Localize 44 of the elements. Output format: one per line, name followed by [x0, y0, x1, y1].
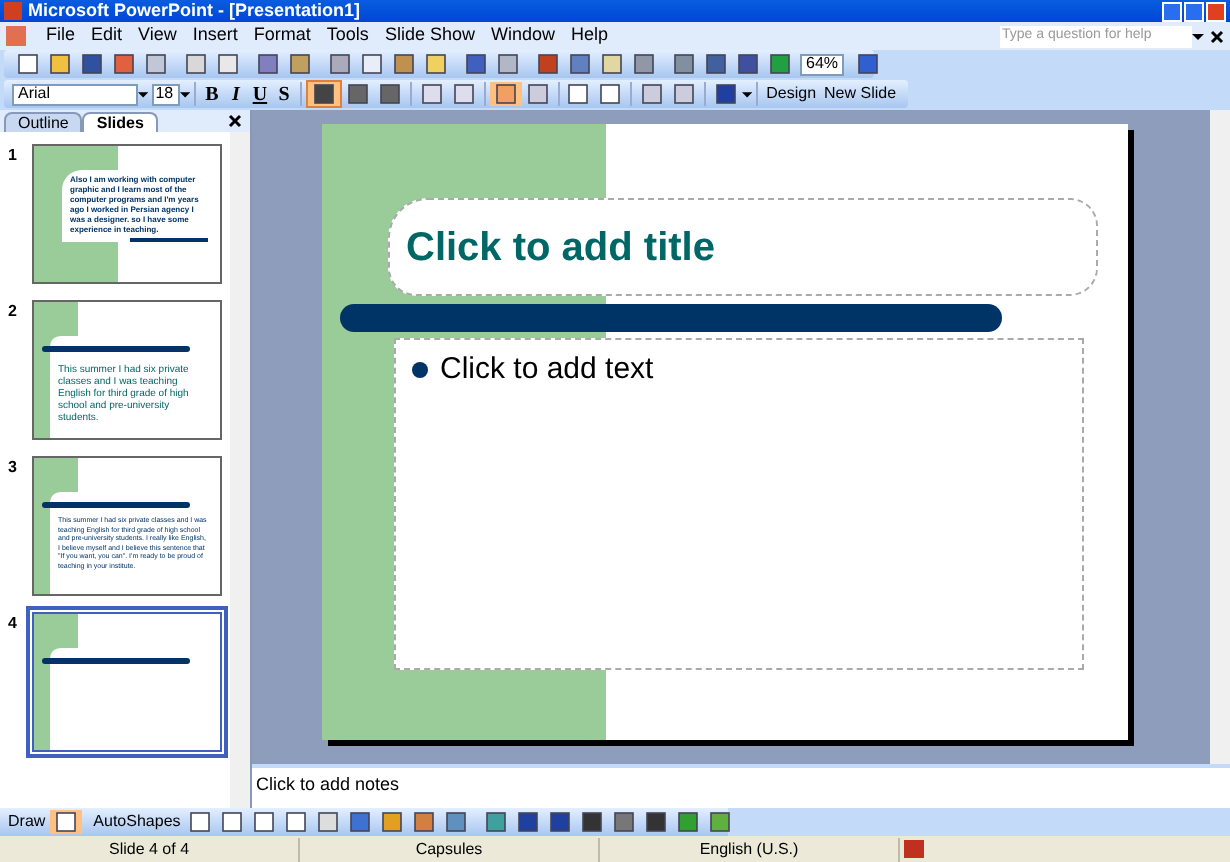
slide-thumbnail[interactable]: [32, 456, 222, 596]
slide-thumbnail[interactable]: [32, 612, 222, 752]
text-style-button[interactable]: B: [199, 79, 224, 109]
zoom-field[interactable]: 64%: [800, 53, 845, 75]
status-text: Slide 4 of 4: [0, 837, 300, 861]
menu-item[interactable]: Slide Show: [376, 22, 483, 50]
notes-pane[interactable]: Click to add notes: [252, 764, 1230, 808]
pane-tab[interactable]: Outline: [4, 112, 83, 132]
slide-number: 4: [8, 612, 19, 636]
close-icon[interactable]: [1210, 29, 1224, 43]
window-title: Microsoft PowerPoint - [Presentation1]: [28, 2, 361, 20]
text-style-button[interactable]: I: [223, 79, 248, 109]
menu-item[interactable]: Window: [482, 22, 563, 50]
slide-number: 2: [8, 300, 19, 324]
minimize-button[interactable]: [1162, 1, 1182, 21]
status-text: Capsules: [300, 837, 600, 861]
pane-tab[interactable]: Slides: [82, 112, 158, 132]
font-field[interactable]: Arial: [12, 83, 138, 105]
menu-item[interactable]: Edit: [83, 22, 131, 50]
menu-item[interactable]: File: [38, 22, 84, 50]
status-text: English (U.S.): [600, 837, 900, 861]
autoshapes-button[interactable]: AutoShapes: [89, 810, 185, 834]
bullet-icon: [412, 362, 428, 379]
slide-number: 1: [8, 144, 19, 168]
scrollbar[interactable]: [1210, 110, 1230, 764]
font-size-field[interactable]: 18: [151, 83, 180, 105]
menu-item[interactable]: Format: [245, 22, 319, 50]
close-icon[interactable]: [228, 114, 242, 128]
menu-item[interactable]: Tools: [318, 22, 377, 50]
slide-number: 3: [8, 456, 19, 480]
text-style-button[interactable]: S: [271, 79, 296, 109]
draw-button[interactable]: Draw: [4, 810, 50, 834]
slide-design-drawing: [34, 614, 78, 750]
menu-item[interactable]: Insert: [184, 22, 246, 50]
menu-item[interactable]: Help: [562, 22, 616, 50]
new-slide-button[interactable]: New Slide: [820, 82, 901, 106]
text-style-button[interactable]: U: [247, 79, 272, 109]
body-placeholder[interactable]: Click to add text: [440, 348, 654, 393]
design-button[interactable]: Design: [762, 82, 821, 106]
maximize-button[interactable]: [1184, 1, 1204, 21]
menu-item[interactable]: View: [130, 22, 185, 50]
close-button[interactable]: [1206, 1, 1226, 21]
app-icon: [4, 2, 22, 20]
scrollbar[interactable]: [230, 132, 250, 808]
